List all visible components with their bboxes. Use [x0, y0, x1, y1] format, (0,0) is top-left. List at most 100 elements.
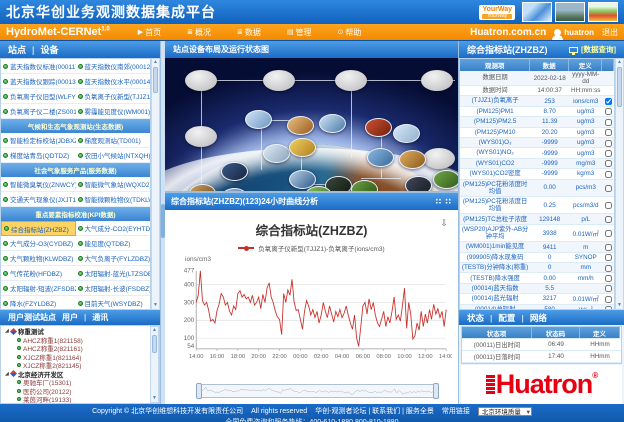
table-row[interactable]: (WYS01)O₃-9999ug/m3	[460, 138, 614, 148]
row-checkbox[interactable]	[605, 160, 612, 167]
site-link[interactable]: Huatron.com.cn	[470, 27, 546, 38]
expand-icon[interactable]: ∷ ∷	[436, 197, 452, 206]
map-thumbnail-icon[interactable]	[522, 2, 552, 22]
nav-overview[interactable]: ≣概况	[187, 27, 211, 38]
list-item[interactable]: 负氧离子仪新型(TJJZ1)	[76, 89, 151, 104]
list-item[interactable]: 蓝天指数仪水平(00014)	[76, 74, 151, 89]
list-item[interactable]: 目前天气(WSYDBZ)	[76, 296, 151, 310]
row-checkbox[interactable]	[605, 129, 612, 136]
nav-help[interactable]: ⊙帮助	[337, 27, 361, 38]
row-checkbox[interactable]	[605, 216, 612, 223]
list-item[interactable]: 气传花粉(HFDBZ)	[1, 266, 76, 281]
table-row[interactable]: (TESTB)降水强度0.00mm/h	[460, 273, 614, 283]
table-row[interactable]: (PM125)PM1020.20ug/m3	[460, 128, 614, 138]
scroll-up-icon[interactable]: ▲	[153, 59, 158, 66]
list-item[interactable]: 智能微臭氧仪(ZNWCY)	[1, 177, 76, 192]
row-checkbox[interactable]	[605, 119, 612, 126]
table-row[interactable]: (TJJZ1)负氧离子253ions/cm3	[460, 96, 614, 106]
row-checkbox[interactable]	[605, 254, 612, 261]
list-item[interactable]: 大气成分-CO2(EYHTDB)	[76, 221, 151, 236]
table-row[interactable]: (00014)蓝天指数5.5	[460, 284, 614, 294]
tab-network[interactable]: 网络	[530, 312, 547, 324]
yourway-badge[interactable]: YourWay YourWay	[479, 5, 515, 20]
table-row[interactable]: 数据时间14:00:37HH:mm:ss	[460, 86, 614, 96]
device-node[interactable]	[263, 70, 295, 91]
nav-manage[interactable]: ▤管理	[287, 27, 312, 38]
data-query-link[interactable]: [数据查询]	[569, 44, 616, 55]
tab-config[interactable]: 配置	[498, 312, 515, 324]
tab-station[interactable]: 站点	[8, 43, 26, 56]
nav-data[interactable]: ≣数据	[237, 27, 261, 38]
table-row[interactable]: (PM125)PM2.511.39ug/m3	[460, 117, 614, 127]
status-row[interactable]: (00011)日落时间 17:40 HHmm	[462, 351, 621, 363]
table-row[interactable]: (WYS01)NO₂-9999ug/m3	[460, 148, 614, 158]
tab-device[interactable]: 设备	[41, 43, 59, 56]
list-item[interactable]: 大气负离子(FYLZDBZ)	[76, 251, 151, 266]
list-item[interactable]: 降水(FZYLDBZ)	[1, 296, 76, 310]
row-checkbox[interactable]	[605, 265, 612, 272]
list-item[interactable]: 梯度站青岛(QDTDZ)	[1, 148, 76, 163]
row-checkbox[interactable]	[605, 171, 612, 178]
table-row[interactable]: (TESTB)分钟降水(称重)0mm	[460, 263, 614, 273]
scrollbar-thumb[interactable]	[153, 67, 158, 93]
list-item[interactable]: 蓝天指数仪标准(00011)	[1, 59, 76, 74]
table-row[interactable]: 数据日期2022-02-18yyyy-MM-dd	[460, 71, 614, 86]
table-row[interactable]: (WM001)1min能见度9411m	[460, 242, 614, 252]
device-node[interactable]	[423, 148, 455, 169]
row-checkbox[interactable]	[605, 98, 612, 105]
tab-comms[interactable]: 通讯	[92, 312, 108, 323]
status-row[interactable]: (00011)日出时间 06:49 HHmm	[462, 339, 621, 351]
list-item[interactable]: 大气颗粒物(KLWDBZ)	[1, 251, 76, 266]
row-checkbox[interactable]	[605, 185, 612, 192]
device-photo-node[interactable]	[367, 148, 394, 167]
device-photo-node[interactable]	[399, 150, 426, 169]
list-item[interactable]: 负氧离子仪二楼(ZS001)	[1, 104, 76, 119]
device-node[interactable]	[185, 126, 217, 147]
list-item[interactable]: 智能微颗粒物仪(TDKLW)	[76, 192, 151, 207]
camera-thumbnail-icon[interactable]	[555, 2, 585, 22]
device-photo-node[interactable]	[221, 162, 248, 181]
device-photo-node[interactable]	[287, 116, 314, 135]
quick-links-select[interactable]: 北京环境质量	[478, 407, 532, 416]
tab-user-test-sites[interactable]: 用户测试站点	[8, 312, 56, 323]
nav-home[interactable]: ▶首页	[138, 27, 161, 38]
list-item[interactable]: 梯度观测站(TD001)	[76, 133, 151, 148]
row-checkbox[interactable]	[605, 108, 612, 115]
device-photo-node[interactable]	[405, 176, 432, 191]
table-row[interactable]: (PM125)PM18.70ug/m3	[460, 107, 614, 117]
list-item[interactable]: 交通天气现象仪(JXJT1)	[1, 192, 76, 207]
list-item[interactable]: 蓝天指数仪跟踪(00013)	[1, 74, 76, 89]
scrollbar-thumb[interactable]	[152, 335, 157, 353]
tab-users[interactable]: 用户	[62, 312, 78, 323]
tree-scrollbar[interactable]: ▲▼	[150, 326, 159, 403]
device-photo-node[interactable]	[245, 110, 272, 129]
list-item[interactable]: 负氧离子仪旧型(WLFY1)	[1, 89, 76, 104]
table-row[interactable]: (WSP20)AJP紫外-AB分钟平均39380.01W/㎡	[460, 225, 614, 242]
row-checkbox[interactable]	[605, 285, 612, 292]
row-checkbox[interactable]	[605, 230, 612, 237]
row-checkbox[interactable]	[605, 150, 612, 157]
footer-links[interactable]: 华创-观测者论坛 | 联系我们 | 服务全景	[315, 406, 434, 416]
tab-status[interactable]: 状态	[467, 312, 484, 324]
list-item[interactable]: 太阳辐射-长波(FSDBZ)	[76, 281, 151, 296]
chart-thumbnail-icon[interactable]	[588, 2, 618, 22]
list-item[interactable]: 大气成分-O3(CYDBZ)	[1, 236, 76, 251]
list-item[interactable]: 智能检定标校站(JDBXZ)	[1, 133, 76, 148]
device-photo-node[interactable]	[289, 138, 316, 157]
device-photo-node[interactable]	[393, 124, 420, 143]
row-checkbox[interactable]	[605, 244, 612, 251]
list-item[interactable]: 太阳辐射-蓝光(LTZSDB)	[76, 266, 151, 281]
list-item[interactable]: 智能微气象站(WQXD2)	[76, 177, 151, 192]
scroll-down-icon[interactable]: ▼	[152, 395, 157, 402]
list-item[interactable]: 蓝天指数仪南郊(00012)	[76, 59, 151, 74]
row-checkbox[interactable]	[605, 296, 612, 303]
scroll-up-icon[interactable]: ▲	[152, 327, 157, 334]
table-row[interactable]: (WYS01)CO2密度-9999kg/m3	[460, 169, 614, 179]
time-range-slider[interactable]	[197, 384, 438, 398]
list-item[interactable]: 太阳辐射-短波(ZFSDBZ)	[1, 281, 76, 296]
scroll-down-icon[interactable]: ▼	[617, 302, 622, 309]
table-row[interactable]: (999905)降水现象码0SYNOP	[460, 253, 614, 263]
device-node[interactable]	[335, 70, 367, 91]
row-checkbox[interactable]	[605, 140, 612, 147]
download-icon[interactable]: ⇩	[440, 218, 448, 229]
